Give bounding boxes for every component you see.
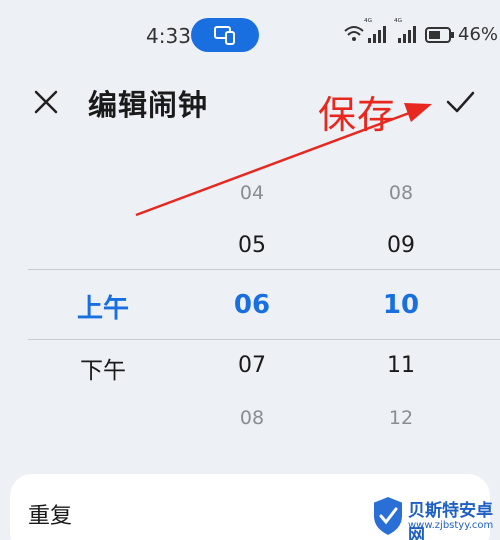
close-icon — [34, 90, 58, 114]
multi-screen-icon — [214, 26, 235, 45]
picker-minute-item[interactable]: 12 — [389, 407, 413, 429]
wifi-icon — [344, 26, 364, 41]
annotation-label: 保存 — [318, 93, 397, 137]
close-button[interactable] — [28, 84, 64, 120]
signal-type-label: ⁴ᴳ — [364, 18, 372, 28]
picker-ampm-item-selected[interactable]: 上午 — [77, 288, 129, 325]
picker-minute-item[interactable]: 08 — [389, 182, 413, 204]
checkmark-icon — [446, 91, 475, 113]
shield-logo-icon — [372, 494, 404, 538]
battery-percentage: 46% — [458, 24, 499, 45]
status-bar: 4:33 ⁴ᴳ ⁴ᴳ 46% — [0, 0, 500, 72]
picker-hour-item[interactable]: 05 — [238, 233, 266, 258]
picker-hour-item-selected[interactable]: 06 — [234, 290, 270, 320]
save-button[interactable] — [440, 84, 480, 120]
picker-hour-item[interactable]: 07 — [238, 353, 266, 378]
watermark: 贝斯特安卓网 www.zjbstyy.com — [368, 492, 500, 540]
picker-minute-item[interactable]: 09 — [387, 233, 415, 258]
picker-hour-item[interactable]: 08 — [240, 407, 264, 429]
watermark-url: www.zjbstyy.com — [408, 520, 494, 531]
picker-selection-line-bottom — [28, 339, 500, 340]
annotation-arrow — [135, 103, 432, 217]
battery-icon — [425, 27, 454, 43]
status-time: 4:33 — [146, 24, 191, 48]
screen-projection-pill[interactable] — [191, 18, 259, 52]
repeat-setting-row[interactable]: 重复 — [28, 498, 72, 530]
picker-minute-item-selected[interactable]: 10 — [383, 290, 419, 320]
page-title: 编辑闹钟 — [88, 88, 209, 122]
picker-hour-item[interactable]: 04 — [240, 182, 264, 204]
signal-type-label: ⁴ᴳ — [394, 18, 402, 28]
watermark-name: 贝斯特安卓网 — [408, 501, 493, 540]
picker-minute-item[interactable]: 11 — [387, 353, 415, 378]
picker-ampm-item[interactable]: 下午 — [80, 351, 126, 385]
picker-selection-line-top — [28, 269, 500, 270]
